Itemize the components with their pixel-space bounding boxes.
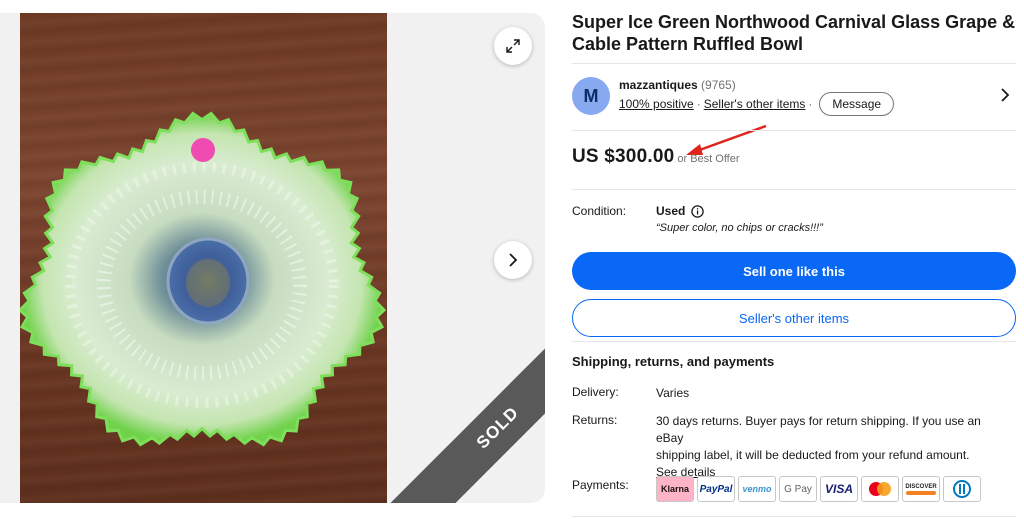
delivery-label: Delivery: [572, 385, 619, 399]
payment-methods: Klarna PayPal venmo G Pay VISA DISCOVER [656, 476, 981, 502]
returns-value: 30 days returns. Buyer pays for return s… [656, 413, 1006, 481]
sold-label: SOLD [472, 402, 523, 453]
venmo-icon: venmo [738, 476, 776, 502]
message-button[interactable]: Message [819, 92, 895, 116]
condition-note: “Super color, no chips or cracks!!!” [656, 222, 823, 234]
sell-one-like-this-button[interactable]: Sell one like this [572, 252, 1016, 290]
mastercard-icon [861, 476, 899, 502]
seller-username[interactable]: mazzantiques [619, 78, 698, 92]
glass-bowl-image [20, 111, 387, 447]
seller-other-items-button[interactable]: Seller's other items [572, 299, 1016, 337]
chevron-right-icon[interactable] [1000, 87, 1010, 103]
separator-dot: · [696, 97, 701, 111]
diners-club-icon [943, 476, 981, 502]
sold-ribbon: SOLD [389, 319, 545, 503]
separator-dot: · [808, 97, 813, 111]
avatar[interactable]: M [572, 77, 610, 115]
expand-icon [506, 39, 520, 53]
info-icon[interactable] [691, 204, 705, 218]
discover-icon: DISCOVER [902, 476, 940, 502]
seller-other-items-link[interactable]: Seller's other items [704, 97, 806, 111]
divider [572, 130, 1016, 131]
google-pay-icon: G Pay [779, 476, 817, 502]
seller-links: 100% positive · Seller's other items · M… [619, 91, 895, 117]
positive-feedback-link[interactable]: 100% positive [619, 97, 694, 111]
seller-card[interactable]: M mazzantiques (9765) 100% positive · Se… [572, 75, 1016, 123]
seller-name[interactable]: mazzantiques (9765) [619, 78, 736, 92]
returns-text-line: 30 days returns. Buyer pays for return s… [656, 414, 981, 445]
payments-label: Payments: [572, 478, 629, 492]
divider [572, 63, 1016, 64]
returns-text-line: shipping label, it will be deducted from… [656, 448, 970, 462]
visa-icon: VISA [820, 476, 858, 502]
listing-title: Super Ice Green Northwood Carnival Glass… [572, 12, 1016, 54]
shipping-section-title: Shipping, returns, and payments [572, 354, 775, 369]
image-gallery: SOLD [0, 13, 545, 503]
seller-feedback-count: (9765) [701, 78, 736, 92]
delivery-value: Varies [656, 386, 690, 400]
condition-label: Condition: [572, 204, 627, 218]
next-image-button[interactable] [494, 241, 532, 279]
price-row: US $300.00 or Best Offer [572, 146, 740, 172]
returns-label: Returns: [572, 413, 618, 427]
product-photo[interactable] [20, 13, 387, 503]
discover-text: DISCOVER [905, 483, 937, 490]
divider [572, 189, 1016, 190]
divider [572, 341, 1016, 342]
price: US $300.00 [572, 146, 675, 167]
best-offer-label: or Best Offer [677, 153, 740, 165]
expand-button[interactable] [494, 27, 532, 65]
chevron-right-icon [509, 253, 518, 267]
klarna-icon: Klarna [656, 476, 694, 502]
condition-value: Used [656, 204, 705, 218]
divider [572, 516, 1016, 517]
paypal-icon: PayPal [697, 476, 735, 502]
condition-text: Used [656, 204, 686, 218]
